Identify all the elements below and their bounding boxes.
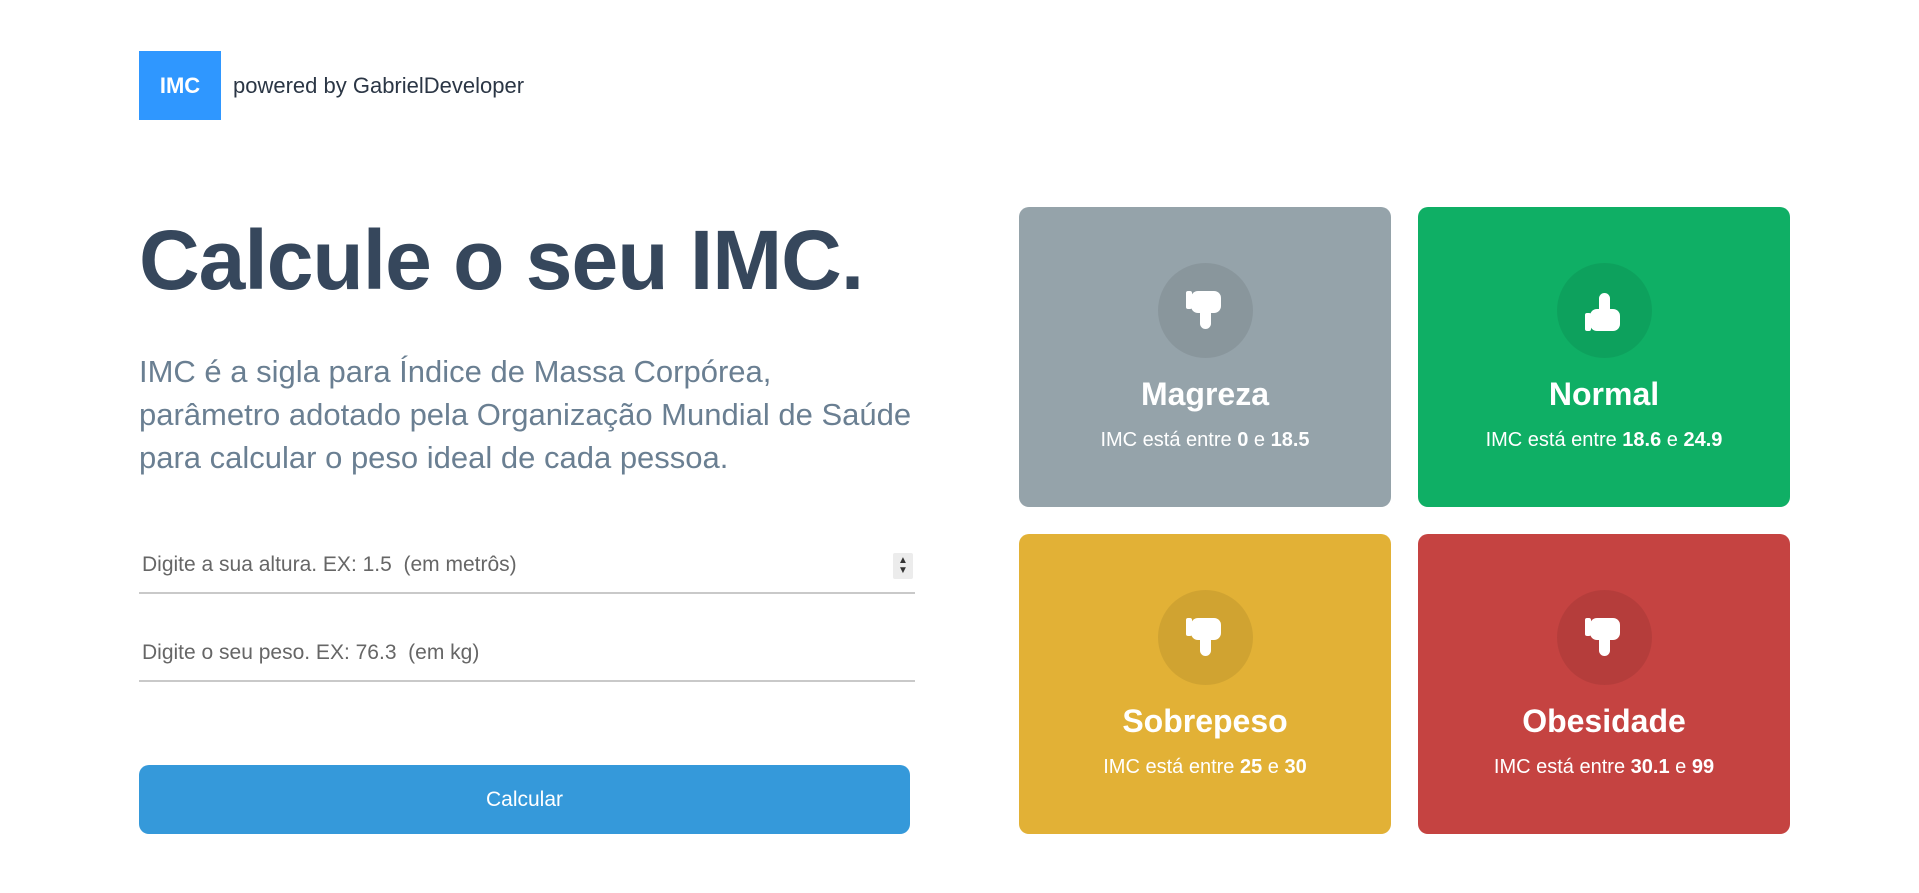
category-name: Sobrepeso <box>1122 703 1288 739</box>
icon-circle <box>1556 263 1652 358</box>
page-description: IMC é a sigla para Índice de Massa Corpó… <box>139 354 912 475</box>
icon-circle <box>1157 590 1253 685</box>
thumbs-up-icon <box>1585 292 1620 331</box>
calculate-button[interactable]: Calcular <box>139 765 910 834</box>
calculator-section: Calcule o seu IMC. IMC é a sigla para Ín… <box>139 210 939 834</box>
category-name: Obesidade <box>1522 703 1686 739</box>
weight-input[interactable] <box>139 626 915 682</box>
height-input[interactable] <box>139 538 915 594</box>
card-sobrepeso: Sobrepeso IMC está entre 25 e 30 <box>1019 534 1391 834</box>
header: IMC powered by GabrielDeveloper <box>139 51 524 120</box>
card-obesidade: Obesidade IMC está entre 30.1 e 99 <box>1418 534 1790 834</box>
icon-circle <box>1556 590 1652 685</box>
thumbs-down-icon <box>1186 617 1221 656</box>
card-magreza: Magreza IMC está entre 0 e 18.5 <box>1019 207 1391 507</box>
category-range: IMC está entre 25 e 30 <box>1103 756 1307 778</box>
category-range: IMC está entre 18.6 e 24.9 <box>1485 429 1723 451</box>
thumbs-down-icon <box>1186 290 1221 329</box>
category-range: IMC está entre 0 e 18.5 <box>1100 429 1310 451</box>
powered-by-text: powered by GabrielDeveloper <box>233 72 525 98</box>
icon-circle <box>1157 263 1253 358</box>
spinner-down-icon[interactable]: ▼ <box>898 566 908 576</box>
category-name: Magreza <box>1140 376 1270 412</box>
category-range: IMC está entre 30.1 e 99 <box>1493 756 1715 778</box>
card-normal: Normal IMC está entre 18.6 e 24.9 <box>1418 207 1790 507</box>
category-name: Normal <box>1548 376 1660 412</box>
number-spinner[interactable]: ▲ ▼ <box>893 553 913 579</box>
page-title: Calcule o seu IMC. <box>139 213 864 307</box>
logo: IMC <box>139 51 221 120</box>
thumbs-down-icon <box>1585 617 1620 656</box>
